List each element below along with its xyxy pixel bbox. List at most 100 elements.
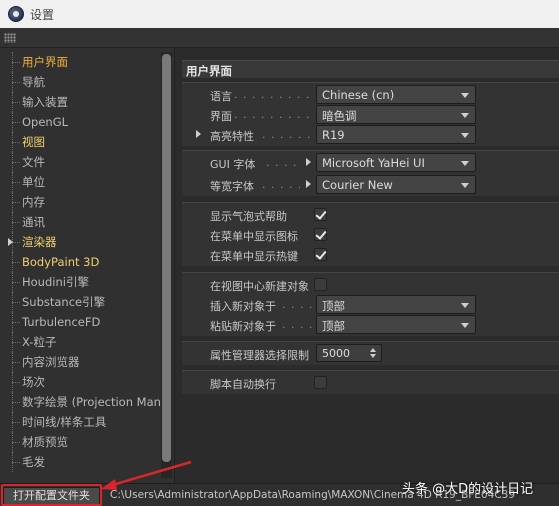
chevron-down-icon [461,183,469,188]
sidebar-item[interactable]: Substance引擎 [0,292,160,312]
sidebar-item[interactable]: 文件 [0,152,160,172]
sidebar-item[interactable]: OpenGL [0,112,160,132]
sidebar-item-label: TurbulenceFD [22,315,101,329]
settings-sidebar: 用户界面导航输入装置 OpenGL 视图文件 单位 内存通讯渲染器 BodyPaint 3… [0,48,175,483]
sidebar-item[interactable]: 通讯 [0,212,160,232]
new-object-center-label: 在视图中心新建对象 [210,280,309,293]
interface-dropdown[interactable]: 暗色调 [316,105,476,124]
script-wrap-checkbox[interactable] [314,376,327,389]
language-row: 语言 . . . . . . . . . . . . . . . Chinese… [182,85,559,105]
insert-new-object-dropdown[interactable]: 顶部 [316,295,476,314]
fonts-group: GUI 字体 . . . . . . Microsoft YaHei UI 等宽… [182,150,559,196]
sidebar-item-label: 导航 [22,75,45,89]
highlight-feature-value: R19 [322,128,345,142]
chevron-down-icon [461,303,469,308]
new-object-center-checkbox[interactable] [314,278,327,291]
section-title: 用户界面 [186,64,232,78]
sidebar-item[interactable]: 场次 [0,372,160,392]
gui-font-dropdown[interactable]: Microsoft YaHei UI [316,153,476,172]
cinema4d-logo-icon [8,6,24,22]
sidebar-item-label: 材质预览 [22,435,68,449]
sidebar-item[interactable]: 材质预览 [0,432,160,452]
annotation-arrow-icon [101,460,192,490]
paste-new-object-row: 粘贴新对象于 . . . . . . 顶部 [182,315,559,335]
sidebar-item[interactable]: 时间线/样条工具 [0,412,160,432]
gui-font-value: Microsoft YaHei UI [322,156,425,170]
sidebar-item[interactable]: 导航 [0,72,160,92]
language-value: Chinese (cn) [322,88,395,102]
expand-arrow-icon[interactable] [306,158,311,166]
sidebar-item-label: 数字绘景 (Projection Man) [22,395,160,409]
sidebar-item-label: 内容浏览器 [22,355,80,369]
paste-new-object-dropdown[interactable]: 顶部 [316,315,476,334]
expand-arrow-icon[interactable] [306,180,311,188]
bubble-help-row: 显示气泡式帮助 [182,205,559,225]
attr-limit-spinner[interactable]: 5000 [316,344,382,362]
sidebar-item-label: Substance引擎 [22,295,106,309]
sidebar-item[interactable]: 内容浏览器 [0,352,160,372]
sidebar-item-label: OpenGL [22,115,69,129]
sidebar-list: 用户界面导航输入装置 OpenGL 视图文件 单位 内存通讯渲染器 BodyPaint 3… [0,52,160,472]
sidebar-item-label: X-粒子 [22,335,57,349]
paste-new-object-label: 粘贴新对象于 [210,320,276,333]
sidebar-item-label: BodyPaint 3D [22,255,100,269]
sidebar-item[interactable]: X-粒子 [0,332,160,352]
leader-dots: . . . . . . . . . . . . . . . [234,88,314,101]
menu-icons-label: 在菜单中显示图标 [210,230,298,243]
script-group: 脚本自动换行 [182,370,559,394]
script-wrap-row: 脚本自动换行 [182,373,559,393]
sidebar-item[interactable]: 用户界面 [0,52,160,72]
menu-icons-checkbox[interactable] [314,228,327,241]
leader-dots: . . . . . . [266,156,300,169]
spin-up-icon[interactable] [370,348,376,352]
new-object-group: 在视图中心新建对象 插入新对象于 . . . . . . 顶部 粘贴新对象于 .… [182,272,559,336]
sidebar-item-label: 输入装置 [22,95,68,109]
sidebar-item-label: Houdini引擎 [22,275,89,289]
sidebar-item-label: 场次 [22,375,45,389]
gui-font-label: GUI 字体 [210,158,256,171]
menu-hotkeys-label: 在菜单中显示热键 [210,250,298,263]
mono-font-dropdown[interactable]: Courier New [316,175,476,194]
sidebar-item[interactable]: 渲染器 [0,232,160,252]
sidebar-item-label: 视图 [22,135,45,149]
chevron-down-icon [461,323,469,328]
bubble-help-checkbox[interactable] [314,208,327,221]
sidebar-item[interactable]: 单位 [0,172,160,192]
mono-font-row: 等宽字体 . . . . . . Courier New [182,175,559,195]
sidebar-item-label: 通讯 [22,215,45,229]
chevron-down-icon [461,113,469,118]
scrollbar-thumb[interactable] [162,54,171,462]
sidebar-item-label: 渲染器 [22,235,57,249]
attr-limit-value: 5000 [322,347,350,360]
leader-dots: . . . . . . [282,298,314,311]
section-header: 用户界面 [182,60,559,78]
language-label: 语言 [210,90,232,103]
menu-icons-row: 在菜单中显示图标 [182,225,559,245]
mono-font-label: 等宽字体 [210,180,254,193]
sidebar-item[interactable]: 视图 [0,132,160,152]
sidebar-item[interactable]: 内存 [0,192,160,212]
sidebar-item[interactable]: Houdini引擎 [0,272,160,292]
spin-down-icon[interactable] [370,354,376,358]
expand-arrow-icon[interactable] [196,130,201,138]
language-dropdown[interactable]: Chinese (cn) [316,85,476,104]
sidebar-item[interactable]: 输入装置 [0,92,160,112]
sidebar-item[interactable]: 数字绘景 (Projection Man) [0,392,160,412]
chevron-down-icon [461,93,469,98]
menu-hotkeys-checkbox[interactable] [314,248,327,261]
highlight-feature-label: 高亮特性 [210,130,254,143]
attr-limit-label: 属性管理器选择限制 [210,349,309,362]
sidebar-item-label: 用户界面 [22,55,68,69]
menu-options-group: 显示气泡式帮助 在菜单中显示图标 在菜单中显示热键 [182,202,559,266]
highlight-feature-dropdown[interactable]: R19 [316,125,476,144]
mono-font-value: Courier New [322,178,393,192]
sidebar-item[interactable]: BodyPaint 3D [0,252,160,272]
sidebar-vertical-scrollbar[interactable] [161,52,172,478]
expand-arrow-icon[interactable] [8,238,13,246]
interface-value: 暗色调 [322,109,357,123]
open-config-folder-button[interactable]: 打开配置文件夹 [3,487,100,505]
chevron-down-icon [461,133,469,138]
grip-icon[interactable] [4,33,16,43]
script-wrap-label: 脚本自动换行 [210,378,276,391]
sidebar-item[interactable]: TurbulenceFD [0,312,160,332]
